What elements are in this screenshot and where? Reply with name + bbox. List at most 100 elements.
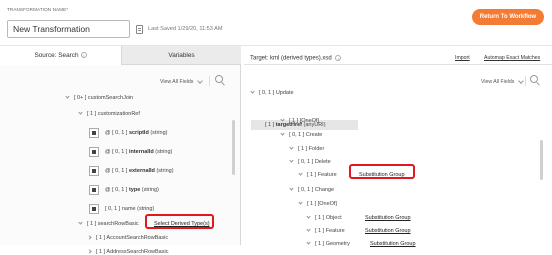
tree-node-label: [ 1 ] Object xyxy=(315,215,342,221)
chevron-down-icon xyxy=(280,131,285,136)
chevron-right-icon xyxy=(87,235,92,240)
target-title-text: Target: kml (derived types).xsd xyxy=(250,55,332,62)
tree-node-label: [ 0, 1 ] Create xyxy=(289,132,323,138)
substitution-group-link[interactable]: Substitution Group xyxy=(370,241,416,247)
tree-node[interactable]: [ 1 ] searchRowBasic xyxy=(78,220,139,227)
tree-node-label: [ 0, 1 ] Update xyxy=(259,90,294,96)
tree-node[interactable]: @ [ 0, 1 ] externalId (string) xyxy=(105,168,174,174)
tree-node[interactable]: [ 1 ] [OneOf] xyxy=(280,117,319,124)
node-prefix: @ [ 0, 1 ] xyxy=(105,168,129,174)
divider xyxy=(244,64,552,65)
tree-node[interactable]: [ 0, 1 ] Delete xyxy=(289,158,331,165)
tree-node-label: [ 1 ] Folder xyxy=(298,146,325,152)
info-icon[interactable]: i xyxy=(80,52,87,58)
chevron-down-icon xyxy=(280,117,285,122)
tree-node-label: [ 1 ] searchRowBasic xyxy=(87,221,139,227)
tree-node[interactable]: [ 0, 1 ] Change xyxy=(289,186,335,193)
node-name: name (string) xyxy=(121,206,155,212)
chevron-down-icon xyxy=(197,78,204,84)
tree-node[interactable]: @ [ 0, 1 ] internalId (string) xyxy=(105,149,172,155)
tree-node-label: [ 1 ] [OneOf] xyxy=(307,201,337,207)
tree-node[interactable]: [ 1 ] customizationRef xyxy=(78,110,140,117)
chevron-down-icon xyxy=(298,200,303,205)
attribute-icon xyxy=(89,128,99,138)
chevron-down-icon xyxy=(78,220,83,225)
substitution-group-link[interactable]: Substitution Group xyxy=(365,215,411,221)
transformation-name-input[interactable]: New Transformation xyxy=(7,20,130,38)
top-header: TRANSFORMATION NAME* New Transformation … xyxy=(0,0,552,46)
attribute-icon xyxy=(89,185,99,195)
node-prefix: [ 0, 1 ] xyxy=(105,206,122,212)
chevron-down-icon xyxy=(289,145,294,150)
divider xyxy=(209,76,210,86)
element-icon xyxy=(89,204,99,214)
tab-source-label: Source: Search xyxy=(34,51,79,59)
right-view-all-label: View All Fields xyxy=(481,79,515,85)
document-icon[interactable] xyxy=(136,25,143,34)
chevron-down-icon xyxy=(78,110,83,115)
chevron-down-icon xyxy=(518,78,525,84)
tree-node[interactable]: @ [ 0, 1 ] type (string) xyxy=(105,187,159,193)
node-name: type xyxy=(128,187,141,193)
search-icon[interactable] xyxy=(215,75,225,85)
node-name: internalId xyxy=(128,149,154,155)
node-prefix: @ [ 0, 1 ] xyxy=(105,149,129,155)
tab-source-search[interactable]: Source: Search i xyxy=(0,46,121,65)
chevron-down-icon xyxy=(289,186,294,191)
tab-variables[interactable]: Variables xyxy=(121,46,241,65)
tree-node[interactable]: [ 0, 1 ] Create xyxy=(280,131,323,138)
tree-node-label: [ 1 ] [OneOf] xyxy=(289,118,319,124)
tree-node[interactable]: [ 1 ] Folder xyxy=(289,145,325,152)
chevron-down-icon xyxy=(65,94,70,99)
tree-node[interactable]: [ 1 ] Object xyxy=(306,214,342,221)
substitution-group-link[interactable]: Substitution Group xyxy=(365,228,411,234)
left-view-all-dropdown[interactable]: View All Fields xyxy=(160,78,204,85)
tree-node[interactable]: [ 1 ] [OneOf] xyxy=(298,200,337,207)
attribute-icon xyxy=(89,147,99,157)
divider xyxy=(525,76,526,86)
tree-node[interactable]: [ 0, 1 ] name (string) xyxy=(105,206,154,212)
highlight-box xyxy=(145,214,214,229)
tree-node-label: [ 0, 1 ] Change xyxy=(298,187,335,193)
node-type: (string) xyxy=(148,130,168,136)
chevron-down-icon xyxy=(298,171,303,176)
tree-node-label: [ 1 ] customizationRef xyxy=(87,111,140,117)
chevron-right-icon xyxy=(87,249,92,254)
transformation-name-label: TRANSFORMATION NAME* xyxy=(7,7,69,12)
tree-node-label: [ 1 ] Geometry xyxy=(315,241,350,247)
right-view-all-dropdown[interactable]: View All Fields xyxy=(481,78,525,85)
node-name: externalId xyxy=(128,168,155,174)
chevron-down-icon xyxy=(306,240,311,245)
node-type: (string) xyxy=(153,149,173,155)
source-panel: Source: Search i Variables View All Fiel… xyxy=(0,46,241,255)
tree-node[interactable]: [ 0+ ] customSearchJoin xyxy=(65,94,134,101)
node-type: (string) xyxy=(154,168,174,174)
left-scrollbar[interactable] xyxy=(232,120,235,175)
tree-node[interactable]: [ 0, 1 ] Update xyxy=(250,89,294,96)
last-saved-text: Last Saved 1/29/20, 11:53 AM xyxy=(148,26,223,32)
info-icon[interactable]: i xyxy=(335,55,342,61)
tree-node-label: [ 0, 1 ] Delete xyxy=(298,159,331,165)
tree-node[interactable]: [ 1 ] Geometry xyxy=(306,240,350,247)
chevron-down-icon xyxy=(306,214,311,219)
tree-node-label: [ 1 ] Feature xyxy=(315,228,345,234)
tree-node[interactable]: [ 1 ] Feature xyxy=(306,227,345,234)
search-icon[interactable] xyxy=(530,75,540,85)
tree-node[interactable]: @ [ 0, 1 ] scriptId (string) xyxy=(105,130,167,136)
source-tabs: Source: Search i Variables xyxy=(0,46,241,65)
left-view-all-label: View All Fields xyxy=(160,79,194,85)
node-type: (string) xyxy=(140,187,159,193)
chevron-down-icon xyxy=(306,227,311,232)
target-panel: Target: kml (derived types).xsd i Import… xyxy=(241,46,552,247)
automap-exact-matches-link[interactable]: Automap Exact Matches xyxy=(484,55,540,61)
tree-node[interactable]: [ 1 ] AddressSearchRowBasic xyxy=(87,249,168,255)
tree-node-label: [ 0+ ] customSearchJoin xyxy=(74,95,134,101)
tree-node[interactable]: [ 1 ] Feature xyxy=(298,171,337,178)
target-title: Target: kml (derived types).xsd i xyxy=(250,55,342,62)
import-link[interactable]: Import xyxy=(455,55,470,61)
tree-node[interactable]: [ 1 ] AccountSearchRowBasic xyxy=(87,235,168,241)
tree-node-label: [ 1 ] Feature xyxy=(307,172,337,178)
right-scrollbar[interactable] xyxy=(540,140,543,180)
return-to-workflow-button[interactable]: Return To Workflow xyxy=(472,9,544,25)
chevron-down-icon xyxy=(250,89,255,94)
